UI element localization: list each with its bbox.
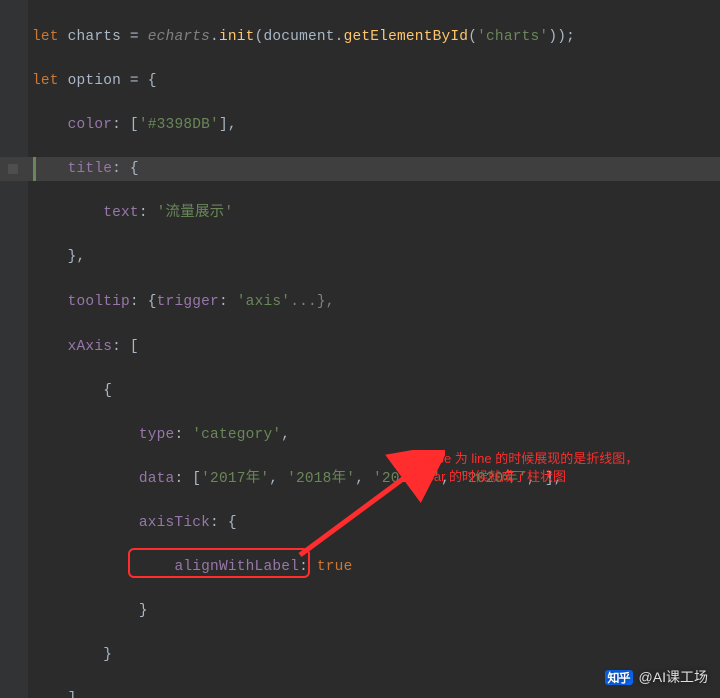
- t: true: [317, 559, 353, 575]
- t: init: [219, 29, 255, 45]
- t: ...},: [290, 294, 335, 310]
- t: ],: [219, 117, 237, 133]
- t: option = {: [59, 73, 157, 89]
- watermark: 知乎 @AI课工场: [605, 666, 708, 688]
- t: (: [468, 29, 477, 45]
- t: :: [174, 427, 192, 443]
- t: '2018年': [287, 471, 355, 487]
- code-area[interactable]: let charts = echarts.init(document.getEl…: [32, 4, 720, 698]
- t: getElementById: [344, 29, 469, 45]
- t: xAxis: [68, 339, 113, 355]
- editor-gutter: [0, 0, 28, 698]
- t: 'axis': [237, 294, 290, 310]
- t: tooltip: [68, 294, 130, 310]
- annotation-box: [128, 548, 310, 578]
- t: (document.: [255, 29, 344, 45]
- t: trigger: [157, 294, 219, 310]
- t: .: [210, 29, 219, 45]
- t: : [: [174, 471, 201, 487]
- annotation-line-1: 当 type 为 line 的时候展现的是折线图，: [410, 450, 638, 468]
- t: }: [103, 647, 112, 663]
- t: }: [139, 603, 148, 619]
- t: type: [139, 427, 175, 443]
- t: :: [139, 205, 157, 221]
- t: : {: [112, 161, 139, 177]
- t: color: [68, 117, 113, 133]
- t: axisTick: [139, 515, 210, 531]
- t: : [: [112, 339, 139, 355]
- t: let: [32, 73, 59, 89]
- t: : [: [112, 117, 139, 133]
- annotation-line-2: 为 bar 的时候就成了柱状图: [410, 468, 638, 486]
- t: : {: [130, 294, 157, 310]
- watermark-text: @AI课工场: [639, 666, 708, 688]
- t: ,: [269, 471, 287, 487]
- t: ));: [548, 29, 575, 45]
- gutter-mark[interactable]: [8, 164, 18, 174]
- t: '#3398DB': [139, 117, 219, 133]
- zhihu-logo-icon: 知乎: [605, 670, 633, 685]
- t: '流量展示': [157, 205, 234, 221]
- t: '2017年': [201, 471, 269, 487]
- t: 'category': [192, 427, 281, 443]
- t: echarts: [148, 29, 210, 45]
- t: : {: [210, 515, 237, 531]
- t: charts =: [59, 29, 148, 45]
- t: ,: [281, 427, 290, 443]
- t: text: [103, 205, 139, 221]
- t: let: [32, 29, 59, 45]
- t: },: [68, 249, 86, 265]
- annotation-text: 当 type 为 line 的时候展现的是折线图， 为 bar 的时候就成了柱状…: [410, 450, 638, 486]
- t: data: [139, 471, 175, 487]
- t: ],: [68, 691, 86, 698]
- t: title: [68, 161, 113, 177]
- t: {: [103, 383, 112, 399]
- t: 'charts': [477, 29, 548, 45]
- t: :: [219, 294, 237, 310]
- t: ,: [355, 471, 373, 487]
